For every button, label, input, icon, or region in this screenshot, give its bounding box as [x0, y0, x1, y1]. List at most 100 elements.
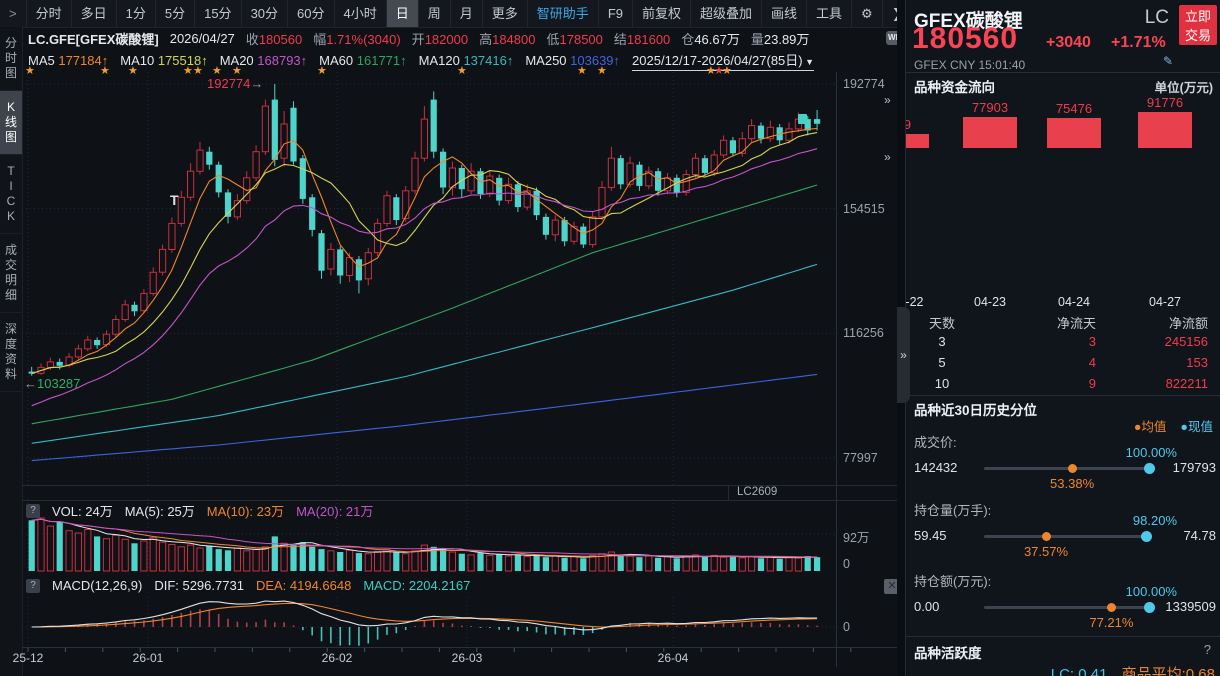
metric-max: 1339509 — [1165, 599, 1216, 614]
time-axis: 25-1226-0126-0226-0326-04 — [22, 647, 897, 668]
field-幅: 幅1.71%(3040) — [313, 29, 400, 48]
star-marker-icon: ★ — [212, 64, 222, 77]
field-仓: 仓46.67万 — [681, 29, 740, 48]
flow-bar — [905, 134, 929, 148]
star-marker-icon: ★ — [457, 64, 467, 77]
flow-table-row[interactable]: 54153 — [906, 355, 1220, 376]
flow-bar-date: 04-23 — [960, 295, 1020, 309]
quote-info-bar: LC.GFE[GFEX碳酸锂]2026/04/27收180560幅1.71%(3… — [22, 27, 911, 49]
sidebar-tab-成交明细[interactable]: 成 交 明 细 — [0, 234, 22, 313]
activity-help-icon[interactable]: ? — [1204, 642, 1211, 657]
price-tick-label: 116256 — [843, 326, 884, 340]
mean-percentile: 53.38% — [1042, 476, 1102, 491]
percentile-section-title: 品种近30日历史分位 — [914, 399, 1037, 419]
toolbar-item-60分[interactable]: 60分 — [288, 0, 334, 27]
star-marker-icon: ★ — [577, 64, 587, 77]
toolbar-item-F9[interactable]: F9 — [599, 0, 633, 27]
current-percentile: 98.20% — [1133, 513, 1177, 528]
mean-dot — [1068, 464, 1077, 473]
toolbar-item-15分[interactable]: 15分 — [195, 0, 241, 27]
flow-bar — [1138, 112, 1192, 148]
sidebar-tab-K线图[interactable]: K 线 图 — [0, 91, 22, 155]
percentile-track[interactable] — [984, 606, 1149, 609]
star-marker-icon: ★ — [100, 64, 110, 77]
flow-bar — [1047, 118, 1101, 148]
field-量: 量23.89万 — [751, 29, 810, 48]
percentile-metric: 持仓额(万元): 100.00% 0.00 1339509 77.21% — [906, 571, 1220, 631]
indicator-value: MACD(12,26,9) — [52, 578, 142, 593]
instrument-code: LC — [1145, 7, 1169, 29]
star-marker-icon: ★ — [597, 64, 607, 77]
toolbar-item-智研助手[interactable]: 智研助手 — [528, 0, 599, 27]
volume-zero-label: 0 — [843, 557, 850, 571]
macd-chart[interactable] — [22, 597, 836, 647]
metric-label: 持仓额(万元): — [914, 571, 991, 590]
flow-unit-label: 单位(万元) — [1155, 77, 1213, 96]
toolbar-item-30分[interactable]: 30分 — [242, 0, 288, 27]
trade-now-button[interactable]: 立即交易 — [1179, 5, 1217, 45]
field-结: 结181600 — [614, 29, 670, 48]
candlestick-chart[interactable] — [22, 72, 836, 485]
indicator-value: MA(10): 23万 — [207, 501, 284, 520]
flow-table-row[interactable]: 109822211 — [906, 376, 1220, 397]
sidebar-tab-TICK[interactable]: T I C K — [0, 155, 22, 234]
mean-dot — [1107, 603, 1116, 612]
indicator-value: MA(20): 21万 — [296, 501, 373, 520]
toolbar-item-1分[interactable]: 1分 — [117, 0, 156, 27]
quote-date: 2026/04/27 — [170, 31, 235, 46]
percentile-track[interactable] — [984, 467, 1149, 470]
activity-values: LC: 0.41 商品平均:0.68 — [1051, 663, 1215, 676]
sidebar-tab-深度资料[interactable]: 深 度 资 料 — [0, 313, 22, 392]
toolbar-item-5分[interactable]: 5分 — [156, 0, 195, 27]
back-chevron[interactable]: > — [0, 0, 27, 27]
toolbar-item-前复权[interactable]: 前复权 — [633, 0, 691, 27]
price-tick-label: 77997 — [843, 451, 878, 465]
percentile-track[interactable] — [984, 535, 1149, 538]
toolbar-item-工具[interactable]: 工具 — [807, 0, 852, 27]
macd-header: ?MACD(12,26,9)DIF: 5296.7731DEA: 4194.66… — [26, 578, 470, 593]
toolbar-item-月[interactable]: 月 — [451, 0, 483, 27]
help-icon[interactable]: ? — [26, 579, 40, 593]
price-change-pct: +1.71% — [1111, 34, 1166, 52]
star-marker-icon: ★ — [193, 64, 203, 77]
expand-chevron-icon[interactable]: » — [884, 93, 891, 107]
toolbar-item-分时[interactable]: 分时 — [27, 0, 72, 27]
time-tick-label: 26-03 — [441, 651, 493, 665]
star-marker-icon: ★ — [183, 64, 193, 77]
toolbar-item-周[interactable]: 周 — [419, 0, 451, 27]
percentile-metric: 持仓量(万手): 98.20% 59.45 74.78 37.57% — [906, 500, 1220, 560]
panel-collapse-handle[interactable]: » — [897, 307, 910, 403]
toolbar-item-⚙[interactable]: ⚙ — [852, 0, 883, 27]
flow-bar-date: 04-24 — [1044, 295, 1104, 309]
flow-bar-date: 04-27 — [1135, 295, 1195, 309]
indicator-value: VOL: 24万 — [52, 501, 113, 520]
activity-avg-value: 商品平均:0.68 — [1122, 666, 1215, 676]
help-icon[interactable]: ? — [26, 504, 40, 518]
toolbar-item-更多[interactable]: 更多 — [483, 0, 528, 27]
flow-table-row[interactable]: 33245156 — [906, 334, 1220, 355]
toolbar-item-日[interactable]: 日 — [387, 0, 419, 27]
edit-pencil-icon[interactable]: ✎ — [1163, 54, 1173, 68]
macd-zero-label: 0 — [843, 620, 850, 634]
price-change: +3040 — [1046, 34, 1091, 52]
toolbar-item-画线[interactable]: 画线 — [762, 0, 807, 27]
toolbar-item-多日[interactable]: 多日 — [72, 0, 117, 27]
signal-stars-row: ★★★★★★★★★★★★★★ — [22, 64, 836, 76]
field-开: 开182000 — [412, 29, 468, 48]
time-tick-label: 25-12 — [2, 651, 54, 665]
top-toolbar: >分时多日1分5分15分30分60分4小时日周月更多智研助手F9前复权超级叠加画… — [0, 0, 905, 28]
mean-percentile: 37.57% — [1016, 544, 1076, 559]
toolbar-item-超级叠加[interactable]: 超级叠加 — [691, 0, 762, 27]
sidebar-tab-分时图[interactable]: 分 时 图 — [0, 27, 22, 91]
flow-bar — [963, 117, 1017, 148]
toolbar-item-4小时[interactable]: 4小时 — [335, 0, 387, 27]
right-info-panel: GFEX碳酸锂 LC 立即交易 180560 +3040 +1.71% GFEX… — [905, 0, 1220, 676]
time-tick-label: 26-02 — [311, 651, 363, 665]
flow-section-title: 品种资金流向 — [914, 76, 995, 96]
indicator-value: DIF: 5296.7731 — [154, 578, 244, 593]
metric-min: 59.45 — [914, 528, 947, 543]
metric-max: 179793 — [1173, 460, 1216, 475]
expand-chevron-icon[interactable]: » — [884, 150, 891, 164]
time-tick-label: 26-01 — [122, 651, 174, 665]
volume-max-label: 92万 — [843, 527, 869, 546]
